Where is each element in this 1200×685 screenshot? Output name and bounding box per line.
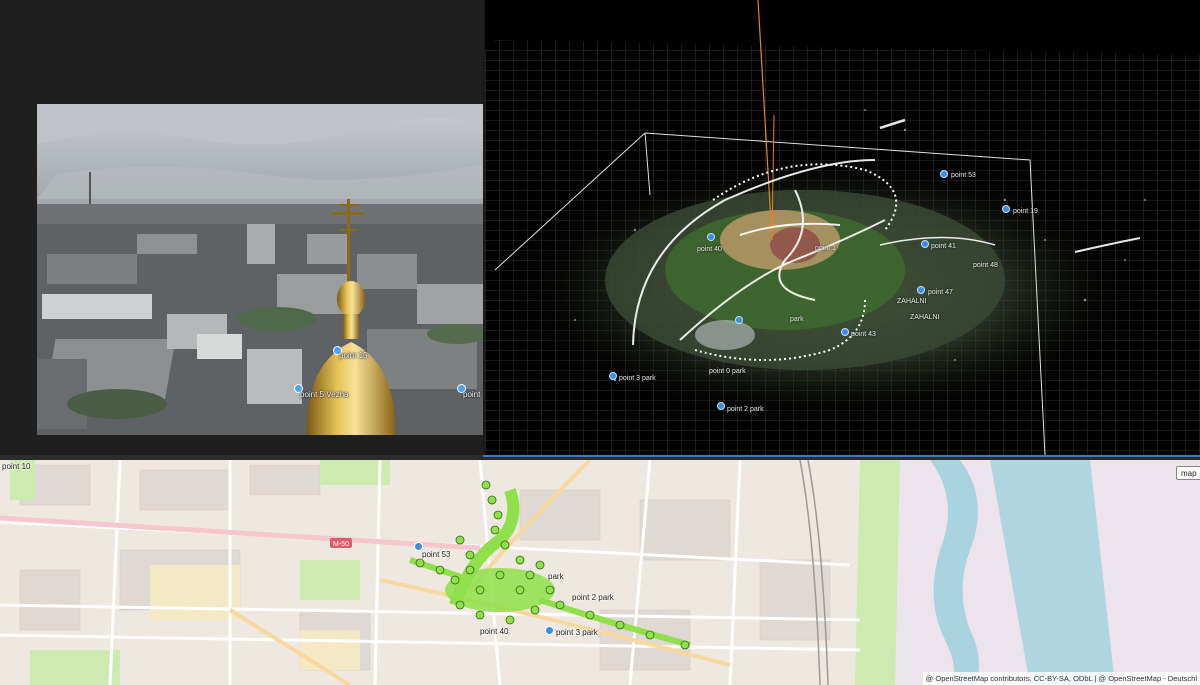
- cloud-label-point-0-park: point 0 park: [709, 368, 746, 375]
- map-marker-3-park[interactable]: [545, 626, 554, 635]
- photo-label-point-15: point 15: [339, 351, 368, 360]
- city-aerial-image: [37, 104, 483, 435]
- map-label-point-40: point 40: [480, 627, 509, 636]
- drone-photo-panel[interactable]: point 15 point 5 Vezha point: [0, 0, 483, 455]
- cloud-marker-43[interactable]: [841, 328, 849, 336]
- map-attribution: @ OpenStreetMap contributors, CC-BY-SA, …: [922, 672, 1200, 685]
- map-type-button[interactable]: map: [1176, 466, 1200, 480]
- cloud-label-point-19: point 19: [1013, 208, 1038, 215]
- map-view[interactable]: M-50 point 10 point 53 point 2 park poin…: [0, 460, 1200, 685]
- stadium-area: [150, 565, 240, 620]
- cloud-label-point-2-park: point 2 park: [727, 406, 764, 413]
- cloud-label-zahalni-1: ZAHALNI: [897, 298, 927, 305]
- road-badge: M-50: [333, 541, 349, 548]
- point-cloud-scene: [485, 0, 1200, 455]
- cloud-label-park: park: [790, 316, 804, 323]
- cloud-marker-53[interactable]: [940, 170, 948, 178]
- point-cloud-viewport[interactable]: point 53 point 19 point 40 point 1 point…: [485, 0, 1200, 455]
- map-label-park: park: [548, 572, 564, 581]
- cloud-label-zahalni-2: ZAHALNI: [910, 314, 940, 321]
- cloud-marker-2-park[interactable]: [717, 402, 725, 410]
- cloud-label-point-48: point 48: [973, 262, 998, 269]
- active-panel-highlight: [483, 455, 1200, 457]
- photo-label-point-5: point 5 Vezha: [300, 390, 349, 399]
- cloud-marker-41[interactable]: [921, 240, 929, 248]
- cloud-label-point-53: point 53: [951, 172, 976, 179]
- map-label-point-3-park: point 3 park: [556, 628, 598, 637]
- cloud-label-point-1: point 1: [815, 245, 837, 252]
- cloud-marker-19[interactable]: [1002, 205, 1010, 213]
- photo-label-point-edge: point: [463, 390, 481, 399]
- street-map: M-50: [0, 460, 1200, 685]
- cloud-label-point-41: point 41: [931, 243, 956, 250]
- cloud-label-point-3-park: point 3 park: [619, 375, 656, 382]
- map-label-point-2-park: point 2 park: [572, 593, 614, 602]
- cloud-marker-park[interactable]: [735, 316, 743, 324]
- cloud-label-point-47: point 47: [928, 289, 953, 296]
- cloud-label-point-40: point 40: [697, 246, 722, 253]
- cloud-label-point-43: point 43: [851, 331, 876, 338]
- map-label-point-53: point 53: [422, 550, 451, 559]
- cloud-marker-40[interactable]: [707, 233, 715, 241]
- cloud-marker-47[interactable]: [917, 286, 925, 294]
- map-label-point-10: point 10: [2, 462, 31, 471]
- drone-photo[interactable]: point 15 point 5 Vezha point: [37, 104, 483, 435]
- cloud-marker-3-park[interactable]: [609, 372, 617, 380]
